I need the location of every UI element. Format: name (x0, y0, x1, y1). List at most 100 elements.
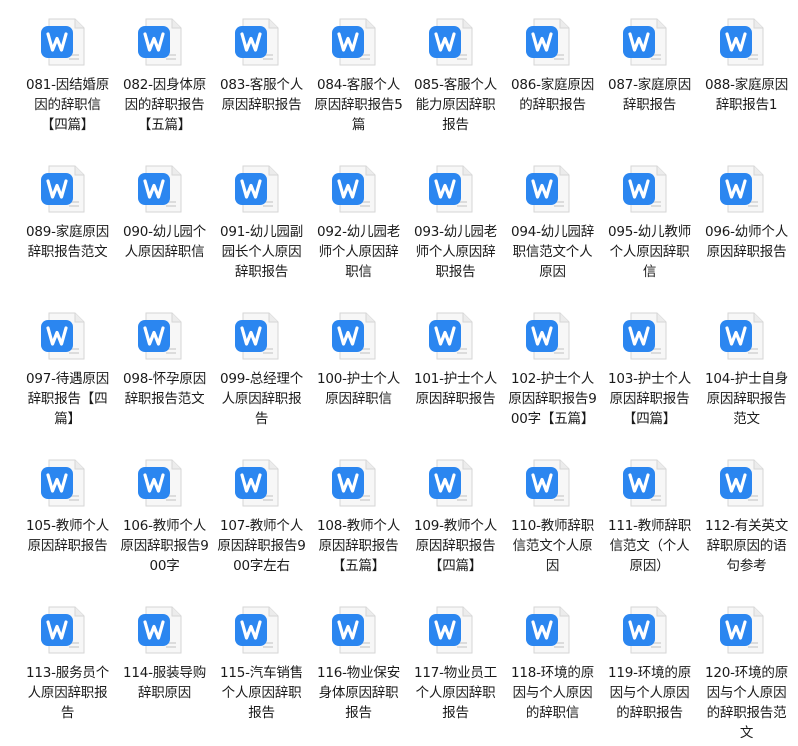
wps-writer-document-icon[interactable] (621, 310, 669, 362)
file-item-109[interactable]: 109-教师个人原因辞职报告【四篇】 (407, 447, 504, 595)
wps-writer-document-icon[interactable] (330, 457, 378, 509)
file-item-090[interactable]: 090-幼儿园个人原因辞职信 (116, 153, 213, 301)
wps-writer-document-icon[interactable] (233, 16, 281, 68)
file-name-label: 102-护士个人原因辞职报告900字【五篇】 (508, 371, 597, 427)
wps-writer-document-icon[interactable] (718, 16, 766, 68)
wps-writer-document-icon[interactable] (330, 163, 378, 215)
file-name-label: 092-幼儿园老师个人原因辞职信 (316, 224, 401, 280)
file-item-084[interactable]: 084-客服个人原因辞职报告5篇 (310, 6, 407, 154)
file-item-100[interactable]: 100-护士个人原因辞职信 (310, 300, 407, 448)
file-name-label: 120-环境的原因与个人原因的辞职报告范文 (704, 665, 789, 741)
wps-writer-document-icon[interactable] (330, 604, 378, 656)
file-item-111[interactable]: 111-教师辞职信范文（个人原因） (601, 447, 698, 595)
file-item-082[interactable]: 082-因身体原因的辞职报告【五篇】 (116, 6, 213, 154)
file-name-label: 108-教师个人原因辞职报告【五篇】 (316, 518, 401, 574)
file-name-label: 113-服务员个人原因辞职报告 (25, 665, 110, 721)
wps-writer-document-icon[interactable] (427, 310, 475, 362)
file-item-089[interactable]: 089-家庭原因辞职报告范文 (19, 153, 116, 301)
wps-writer-document-icon[interactable] (524, 310, 572, 362)
wps-writer-document-icon[interactable] (39, 310, 87, 362)
file-item-118[interactable]: 118-环境的原因与个人原因的辞职信 (504, 594, 601, 742)
file-item-108[interactable]: 108-教师个人原因辞职报告【五篇】 (310, 447, 407, 595)
wps-writer-document-icon[interactable] (233, 604, 281, 656)
file-name-label: 100-护士个人原因辞职信 (316, 371, 401, 407)
file-item-110[interactable]: 110-教师辞职信范文个人原因 (504, 447, 601, 595)
file-item-091[interactable]: 091-幼儿园副园长个人原因辞职报告 (213, 153, 310, 301)
file-item-096[interactable]: 096-幼师个人原因辞职报告 (698, 153, 795, 301)
wps-writer-document-icon[interactable] (233, 457, 281, 509)
wps-writer-document-icon[interactable] (621, 163, 669, 215)
file-name-label: 089-家庭原因辞职报告范文 (25, 224, 110, 260)
wps-writer-document-icon[interactable] (524, 16, 572, 68)
file-item-098[interactable]: 098-怀孕原因辞职报告范文 (116, 300, 213, 448)
file-name-label: 090-幼儿园个人原因辞职信 (122, 224, 207, 260)
wps-writer-document-icon[interactable] (233, 310, 281, 362)
file-name-label: 109-教师个人原因辞职报告【四篇】 (413, 518, 498, 574)
file-name-label: 095-幼儿教师个人原因辞职信 (607, 224, 692, 280)
file-item-092[interactable]: 092-幼儿园老师个人原因辞职信 (310, 153, 407, 301)
file-item-095[interactable]: 095-幼儿教师个人原因辞职信 (601, 153, 698, 301)
wps-writer-document-icon[interactable] (524, 604, 572, 656)
file-item-106[interactable]: 106-教师个人原因辞职报告900字 (116, 447, 213, 595)
wps-writer-document-icon[interactable] (621, 457, 669, 509)
file-item-086[interactable]: 086-家庭原因的辞职报告 (504, 6, 601, 154)
wps-writer-document-icon[interactable] (136, 310, 184, 362)
wps-writer-document-icon[interactable] (427, 457, 475, 509)
file-name-label: 091-幼儿园副园长个人原因辞职报告 (219, 224, 304, 280)
wps-writer-document-icon[interactable] (330, 310, 378, 362)
wps-writer-document-icon[interactable] (621, 16, 669, 68)
file-item-097[interactable]: 097-待遇原因辞职报告【四篇】 (19, 300, 116, 448)
file-name-label: 116-物业保安身体原因辞职报告 (316, 665, 401, 721)
file-item-102[interactable]: 102-护士个人原因辞职报告900字【五篇】 (504, 300, 601, 448)
wps-writer-document-icon[interactable] (136, 163, 184, 215)
file-item-085[interactable]: 085-客服个人能力原因辞职报告 (407, 6, 504, 154)
file-item-113[interactable]: 113-服务员个人原因辞职报告 (19, 594, 116, 742)
file-item-105[interactable]: 105-教师个人原因辞职报告 (19, 447, 116, 595)
wps-writer-document-icon[interactable] (136, 16, 184, 68)
file-item-087[interactable]: 087-家庭原因辞职报告 (601, 6, 698, 154)
file-name-label: 115-汽车销售个人原因辞职报告 (219, 665, 304, 721)
wps-writer-document-icon[interactable] (718, 310, 766, 362)
wps-writer-document-icon[interactable] (427, 604, 475, 656)
file-name-label: 098-怀孕原因辞职报告范文 (122, 371, 207, 407)
wps-writer-document-icon[interactable] (524, 457, 572, 509)
file-item-103[interactable]: 103-护士个人原因辞职报告【四篇】 (601, 300, 698, 448)
wps-writer-document-icon[interactable] (136, 457, 184, 509)
wps-writer-document-icon[interactable] (136, 604, 184, 656)
wps-writer-document-icon[interactable] (39, 16, 87, 68)
file-item-088[interactable]: 088-家庭原因辞职报告1 (698, 6, 795, 154)
file-item-093[interactable]: 093-幼儿园老师个人原因辞职报告 (407, 153, 504, 301)
file-item-107[interactable]: 107-教师个人原因辞职报告900字左右 (213, 447, 310, 595)
file-item-120[interactable]: 120-环境的原因与个人原因的辞职报告范文 (698, 594, 795, 742)
file-item-116[interactable]: 116-物业保安身体原因辞职报告 (310, 594, 407, 742)
wps-writer-document-icon[interactable] (621, 604, 669, 656)
wps-writer-document-icon[interactable] (233, 163, 281, 215)
file-item-112[interactable]: 112-有关英文辞职原因的语句参考 (698, 447, 795, 595)
wps-writer-document-icon[interactable] (427, 16, 475, 68)
wps-writer-document-icon[interactable] (427, 163, 475, 215)
wps-writer-document-icon[interactable] (718, 604, 766, 656)
file-item-094[interactable]: 094-幼儿园辞职信范文个人原因 (504, 153, 601, 301)
wps-writer-document-icon[interactable] (718, 163, 766, 215)
wps-writer-document-icon[interactable] (39, 163, 87, 215)
file-name-label: 099-总经理个人原因辞职报告 (219, 371, 304, 427)
file-item-104[interactable]: 104-护士自身原因辞职报告范文 (698, 300, 795, 448)
file-item-083[interactable]: 083-客服个人原因辞职报告 (213, 6, 310, 154)
file-item-117[interactable]: 117-物业员工个人原因辞职报告 (407, 594, 504, 742)
wps-writer-document-icon[interactable] (524, 163, 572, 215)
file-name-label: 093-幼儿园老师个人原因辞职报告 (413, 224, 498, 280)
wps-writer-document-icon[interactable] (39, 457, 87, 509)
wps-writer-document-icon[interactable] (330, 16, 378, 68)
file-item-119[interactable]: 119-环境的原因与个人原因的辞职报告 (601, 594, 698, 742)
file-item-081[interactable]: 081-因结婚原因的辞职信【四篇】 (19, 6, 116, 154)
file-item-114[interactable]: 114-服装导购辞职原因 (116, 594, 213, 742)
file-name-label: 081-因结婚原因的辞职信【四篇】 (25, 77, 110, 133)
file-name-label: 119-环境的原因与个人原因的辞职报告 (607, 665, 692, 721)
file-name-label: 094-幼儿园辞职信范文个人原因 (510, 224, 595, 280)
file-item-115[interactable]: 115-汽车销售个人原因辞职报告 (213, 594, 310, 742)
wps-writer-document-icon[interactable] (39, 604, 87, 656)
wps-writer-document-icon[interactable] (718, 457, 766, 509)
file-item-099[interactable]: 099-总经理个人原因辞职报告 (213, 300, 310, 448)
file-item-101[interactable]: 101-护士个人原因辞职报告 (407, 300, 504, 448)
file-name-label: 117-物业员工个人原因辞职报告 (413, 665, 498, 721)
